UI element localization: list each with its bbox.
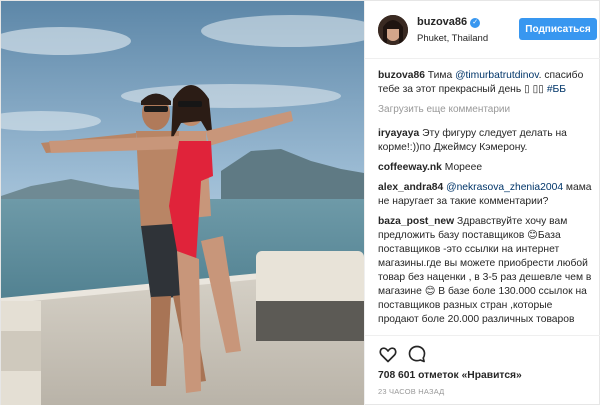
avatar[interactable] (378, 15, 408, 45)
comment-item: iryayaya Эту фигуру следует делать на ко… (378, 127, 592, 155)
comment-item: baza_post_new Здравствуйте хочу вам пред… (378, 215, 592, 327)
comment-username[interactable]: alex_andra84 (378, 182, 443, 193)
comment-username[interactable]: iryayaya (378, 128, 419, 139)
caption-text-before: Тима (424, 70, 456, 81)
post-actions: 708 601 отметок «Нравится» 23 ЧАСОВ НАЗА… (365, 335, 600, 405)
comment-text: Здравствуйте хочу вам предложить базу по… (378, 216, 592, 325)
post-header: buzova86 ✓ Phuket, Thailand Подписаться (365, 1, 600, 59)
comments-section: buzova86 Тима @timurbatrutdinov. спасибо… (365, 59, 600, 331)
caption-mention[interactable]: @timurbatrutdinov (455, 70, 539, 81)
username[interactable]: buzova86 ✓ (417, 16, 481, 28)
username-text[interactable]: buzova86 (417, 16, 467, 28)
likes-count[interactable]: 708 601 отметок «Нравится» (378, 370, 522, 381)
post-timestamp[interactable]: 23 ЧАСОВ НАЗАД (378, 387, 444, 396)
comment-username[interactable]: coffeeway.nk (378, 162, 442, 173)
comment-item: coffeeway.nk Мореее (378, 161, 592, 175)
verified-badge-icon: ✓ (470, 18, 481, 28)
comment-icon[interactable] (407, 344, 427, 364)
load-more-comments[interactable]: Загрузить еще комментарии (378, 103, 592, 117)
caption: buzova86 Тима @timurbatrutdinov. спасибо… (378, 69, 592, 97)
heart-icon[interactable] (378, 344, 398, 364)
comment-username[interactable]: baza_post_new (378, 216, 454, 227)
location[interactable]: Phuket, Thailand (417, 33, 488, 44)
post-sidebar: buzova86 ✓ Phuket, Thailand Подписаться b… (364, 1, 600, 405)
caption-hashtag[interactable]: #ББ (547, 84, 566, 95)
post-photo (1, 1, 364, 405)
comment-item: alex_andra84 @nekrasova_zhenia2004 мама … (378, 181, 592, 209)
comment-text: Мореее (441, 162, 483, 173)
follow-button[interactable]: Подписаться (519, 18, 597, 40)
comment-mention[interactable]: @nekrasova_zhenia2004 (443, 182, 563, 193)
caption-username[interactable]: buzova86 (378, 70, 425, 81)
instagram-post: buzova86 ✓ Phuket, Thailand Подписаться b… (0, 0, 600, 405)
